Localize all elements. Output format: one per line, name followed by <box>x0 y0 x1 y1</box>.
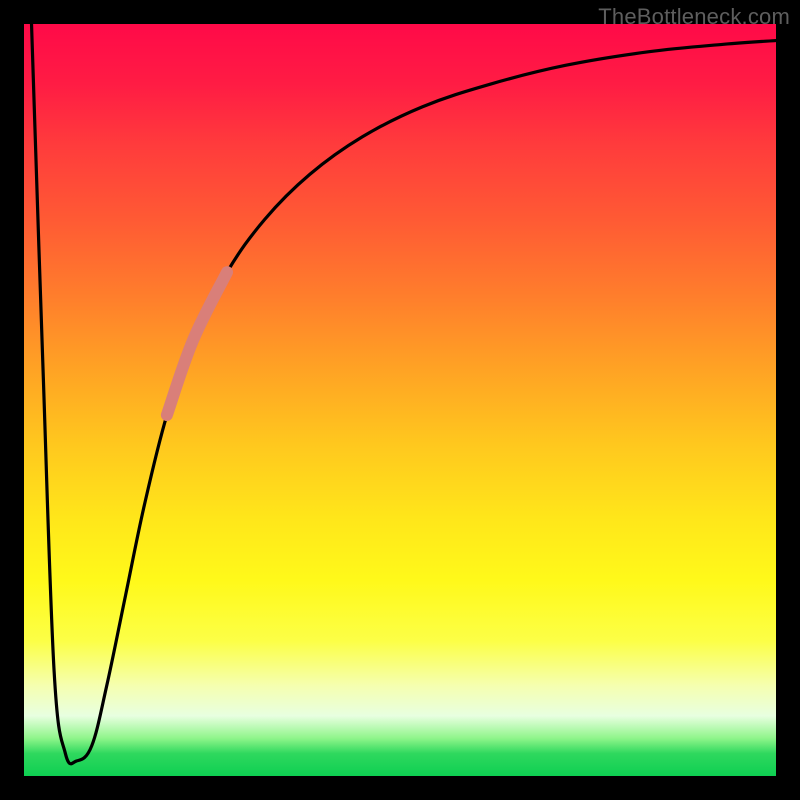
chart-frame: TheBottleneck.com <box>0 0 800 800</box>
plot-area <box>24 24 776 776</box>
bottleneck-curve-path <box>32 24 776 764</box>
curve-svg <box>24 24 776 776</box>
highlight-segment-path <box>167 272 227 415</box>
watermark-text: TheBottleneck.com <box>598 4 790 30</box>
